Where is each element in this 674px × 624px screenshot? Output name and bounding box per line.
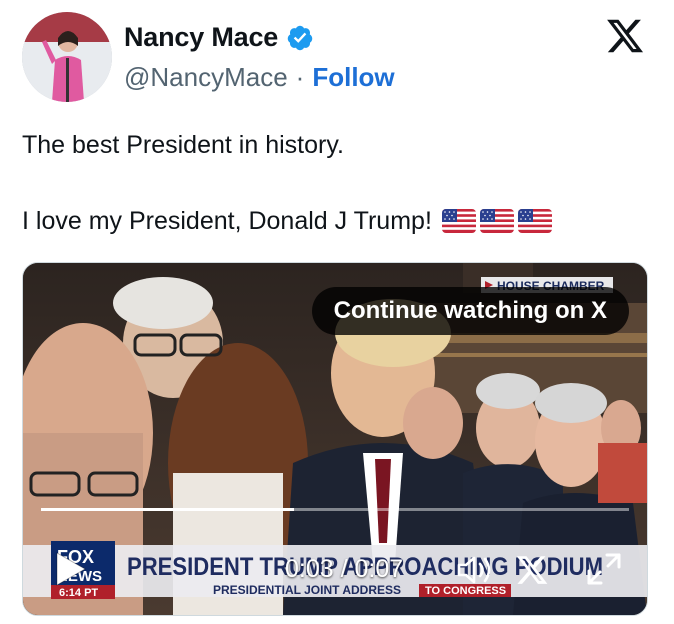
fullscreen-icon[interactable] [585,551,623,587]
us-flag-icon [479,209,514,233]
continue-watching-button[interactable]: Continue watching on X [311,287,629,335]
tweet-embed-card: Nancy Mace @NancyMace · Follow The best … [0,0,674,624]
x-logo-small-icon[interactable] [515,553,549,587]
us-flag-icon [441,209,476,233]
video-controls: 0:03 / 0:07 [23,545,647,595]
avatar-image [22,12,112,102]
handle[interactable]: @NancyMace [124,62,288,93]
play-icon[interactable] [55,551,87,587]
separator-dot: · [295,62,305,92]
tweet-text-line-1: The best President in history. [22,131,344,159]
tweet-text-line-2: I love my President, Donald J Trump! [22,206,552,236]
video-player[interactable]: HOUSE CHAMBER FOX NEWS 6:14 PT PRESIDENT… [22,262,648,616]
x-logo-icon[interactable] [604,16,646,56]
volume-icon[interactable] [455,553,495,587]
tweet-text-line-2-text: I love my President, Donald J Trump! [22,207,432,235]
video-time: 0:03 / 0:07 [285,555,404,583]
follow-button[interactable]: Follow [312,62,394,93]
author-handle-row: @NancyMace · Follow [124,62,395,93]
video-progress-bar[interactable] [41,508,629,511]
verified-badge-icon [287,25,313,50]
us-flag-icon [517,209,552,233]
display-name[interactable]: Nancy Mace [124,22,278,53]
avatar[interactable] [22,12,112,102]
video-progress-fill [41,508,294,511]
flag-emoji-group [441,209,552,233]
author-name-row: Nancy Mace [124,22,314,53]
